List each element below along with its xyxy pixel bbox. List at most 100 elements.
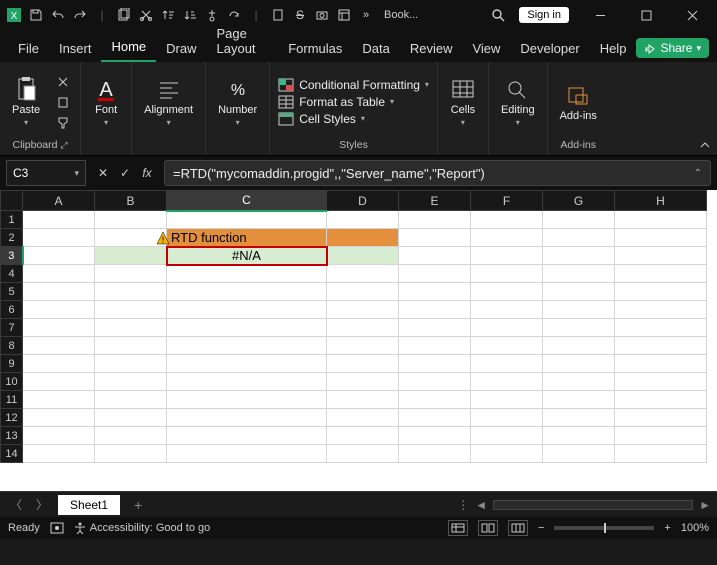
scroll-options-icon[interactable]: ⋮ [457,498,469,512]
cell-c3[interactable]: #N/A [167,247,327,265]
macro-rec-icon[interactable] [50,522,64,534]
error-triangle-icon[interactable]: ! [156,231,170,245]
tab-draw[interactable]: Draw [156,35,206,62]
save-icon[interactable] [28,7,44,23]
strike-icon[interactable]: S [292,7,308,23]
row-header[interactable]: 12 [1,409,23,427]
redo-icon[interactable] [72,7,88,23]
expand-formula-bar-icon[interactable]: ⌃ [694,168,702,179]
minimize-button[interactable] [579,0,621,30]
col-header[interactable]: D [327,191,399,211]
col-header[interactable]: E [399,191,471,211]
fx-icon[interactable]: fx [138,166,156,180]
row-header[interactable]: 6 [1,301,23,319]
tab-page-layout[interactable]: Page Layout [207,20,279,62]
zoom-out-icon[interactable]: − [538,522,544,534]
sheet-tab-sheet1[interactable]: Sheet1 [58,495,120,515]
dialog-launcher-icon[interactable]: ⤢ [60,140,67,150]
cell-b3[interactable] [95,247,167,265]
addins-button[interactable]: Add-ins [556,80,601,124]
row-header[interactable]: 4 [1,265,23,283]
prev-sheet-icon[interactable]: 〈 [6,496,26,513]
col-header[interactable]: C [167,191,327,211]
page-break-view-icon[interactable] [508,520,528,536]
share-button[interactable]: Share ▾ [636,38,709,58]
copy-icon[interactable] [54,93,72,111]
enter-formula-icon[interactable]: ✓ [116,166,134,180]
row-header[interactable]: 8 [1,337,23,355]
tab-formulas[interactable]: Formulas [278,35,352,62]
tab-view[interactable]: View [462,35,510,62]
tab-home[interactable]: Home [101,33,156,62]
row-header[interactable]: 10 [1,373,23,391]
form-icon[interactable] [336,7,352,23]
col-header[interactable]: G [543,191,615,211]
next-sheet-icon[interactable]: 〉 [32,496,52,513]
format-painter-icon[interactable] [54,113,72,131]
cancel-formula-icon[interactable]: ✕ [94,166,112,180]
scroll-left-icon[interactable]: ◄ [475,498,487,512]
zoom-slider[interactable] [554,526,654,530]
sort-desc-icon[interactable] [182,7,198,23]
cut-icon[interactable] [54,73,72,91]
col-header[interactable]: B [95,191,167,211]
conditional-formatting-button[interactable]: Conditional Formatting ▾ [278,78,429,92]
paste-button[interactable]: Paste ▾ [8,74,44,129]
col-header[interactable]: F [471,191,543,211]
chevron-down-icon: ▾ [361,114,365,123]
formula-bar[interactable]: =RTD("mycomaddin.progid",,"Server_name",… [164,160,711,186]
scroll-right-icon[interactable]: ► [699,498,711,512]
select-all-corner[interactable] [1,191,23,211]
cell-styles-button[interactable]: Cell Styles ▾ [278,112,429,126]
font-button[interactable]: A Font ▾ [89,74,123,129]
zoom-in-icon[interactable]: + [664,522,670,534]
zoom-level[interactable]: 100% [681,522,709,534]
accessibility-status[interactable]: Accessibility: Good to go [74,522,210,534]
tab-data[interactable]: Data [352,35,399,62]
chevron-down-icon[interactable]: ▾ [74,168,79,179]
format-as-table-button[interactable]: Format as Table ▾ [278,95,429,109]
cell-c2[interactable]: RTD function [167,229,327,247]
tab-insert[interactable]: Insert [49,35,102,62]
row-header[interactable]: 3 [1,247,23,265]
page-layout-view-icon[interactable] [478,520,498,536]
row-header[interactable]: 13 [1,427,23,445]
tab-file[interactable]: File [8,35,49,62]
tab-developer[interactable]: Developer [510,35,589,62]
row-header[interactable]: 2 [1,229,23,247]
cells-button[interactable]: Cells ▾ [446,74,480,129]
cell-d3[interactable] [327,247,399,265]
horizontal-scrollbar[interactable] [493,500,693,510]
worksheet-grid[interactable]: A B C D E F G H 1 2 RTD function 3 #N/A … [0,190,717,491]
search-icon[interactable] [487,4,509,26]
add-sheet-button[interactable]: + [126,497,150,513]
collapse-ribbon-icon[interactable] [699,139,711,151]
more-icon[interactable]: » [358,7,374,23]
copy-icon[interactable] [116,7,132,23]
maximize-button[interactable] [625,0,667,30]
sign-in-button[interactable]: Sign in [519,7,569,23]
row-header[interactable]: 11 [1,391,23,409]
camera-icon[interactable] [314,7,330,23]
row-header[interactable]: 14 [1,445,23,463]
editing-button[interactable]: Editing ▾ [497,74,539,129]
alignment-button[interactable]: Alignment ▾ [140,74,197,129]
undo-icon[interactable] [50,7,66,23]
tab-help[interactable]: Help [590,35,637,62]
row-header[interactable]: 5 [1,283,23,301]
cut-icon[interactable] [138,7,154,23]
row-header[interactable]: 1 [1,211,23,229]
close-button[interactable] [671,0,713,30]
row-header[interactable]: 7 [1,319,23,337]
row-header[interactable]: 9 [1,355,23,373]
name-box[interactable]: C3 ▾ [6,160,86,186]
table-icon [278,95,294,109]
sort-asc-icon[interactable] [160,7,176,23]
col-header[interactable]: A [23,191,95,211]
normal-view-icon[interactable] [448,520,468,536]
group-label-addins: Add-ins [560,137,596,153]
tab-review[interactable]: Review [400,35,463,62]
cell-d2[interactable] [327,229,399,247]
number-button[interactable]: % Number ▾ [214,74,261,129]
col-header[interactable]: H [615,191,707,211]
